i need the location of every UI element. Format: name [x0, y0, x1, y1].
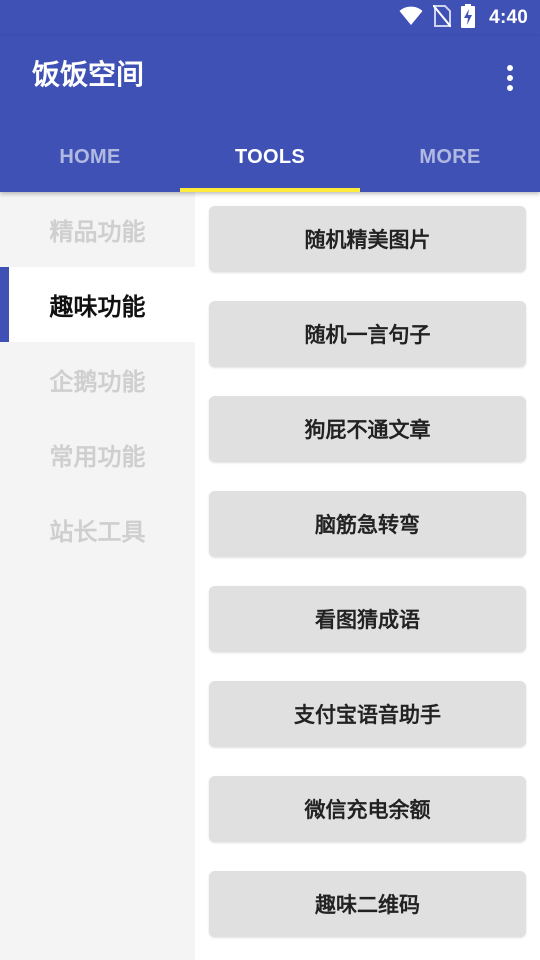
- sidebar-item-common[interactable]: 常用功能: [0, 417, 195, 492]
- tab-home[interactable]: HOME: [0, 122, 180, 192]
- status-time: 4:40: [489, 7, 528, 28]
- wifi-icon: [399, 6, 423, 30]
- category-sidebar: 精品功能 趣味功能 企鹅功能 常用功能 站长工具: [0, 192, 195, 960]
- random-image-button[interactable]: 随机精美图片: [209, 206, 526, 272]
- tab-bar: HOME TOOLS MORE: [0, 122, 540, 192]
- riddle-button[interactable]: 脑筋急转弯: [209, 491, 526, 557]
- tab-tools[interactable]: TOOLS: [180, 122, 360, 192]
- status-icons: 4:40: [399, 0, 528, 36]
- status-bar: 4:40: [0, 0, 540, 36]
- nonsense-article-button[interactable]: 狗屁不通文章: [209, 396, 526, 462]
- sidebar-item-premium[interactable]: 精品功能: [0, 192, 195, 267]
- sidebar-item-qq[interactable]: 企鹅功能: [0, 342, 195, 417]
- alipay-voice-button[interactable]: 支付宝语音助手: [209, 681, 526, 747]
- overflow-menu-icon[interactable]: [496, 60, 524, 96]
- tab-more[interactable]: MORE: [360, 122, 540, 192]
- guess-idiom-button[interactable]: 看图猜成语: [209, 586, 526, 652]
- battery-charging-icon: [461, 4, 476, 32]
- random-quote-button[interactable]: 随机一言句子: [209, 301, 526, 367]
- sidebar-item-webmaster[interactable]: 站长工具: [0, 492, 195, 567]
- tool-list: 随机精美图片 随机一言句子 狗屁不通文章 脑筋急转弯 看图猜成语 支付宝语音助手…: [195, 192, 540, 960]
- wechat-balance-button[interactable]: 微信充电余额: [209, 776, 526, 842]
- app-title: 饭饭空间: [32, 58, 145, 91]
- fun-qrcode-button[interactable]: 趣味二维码: [209, 871, 526, 937]
- sidebar-item-fun[interactable]: 趣味功能: [0, 267, 195, 342]
- no-sim-icon: [432, 4, 452, 31]
- app-bar: 饭饭空间 HOME TOOLS MORE: [0, 36, 540, 192]
